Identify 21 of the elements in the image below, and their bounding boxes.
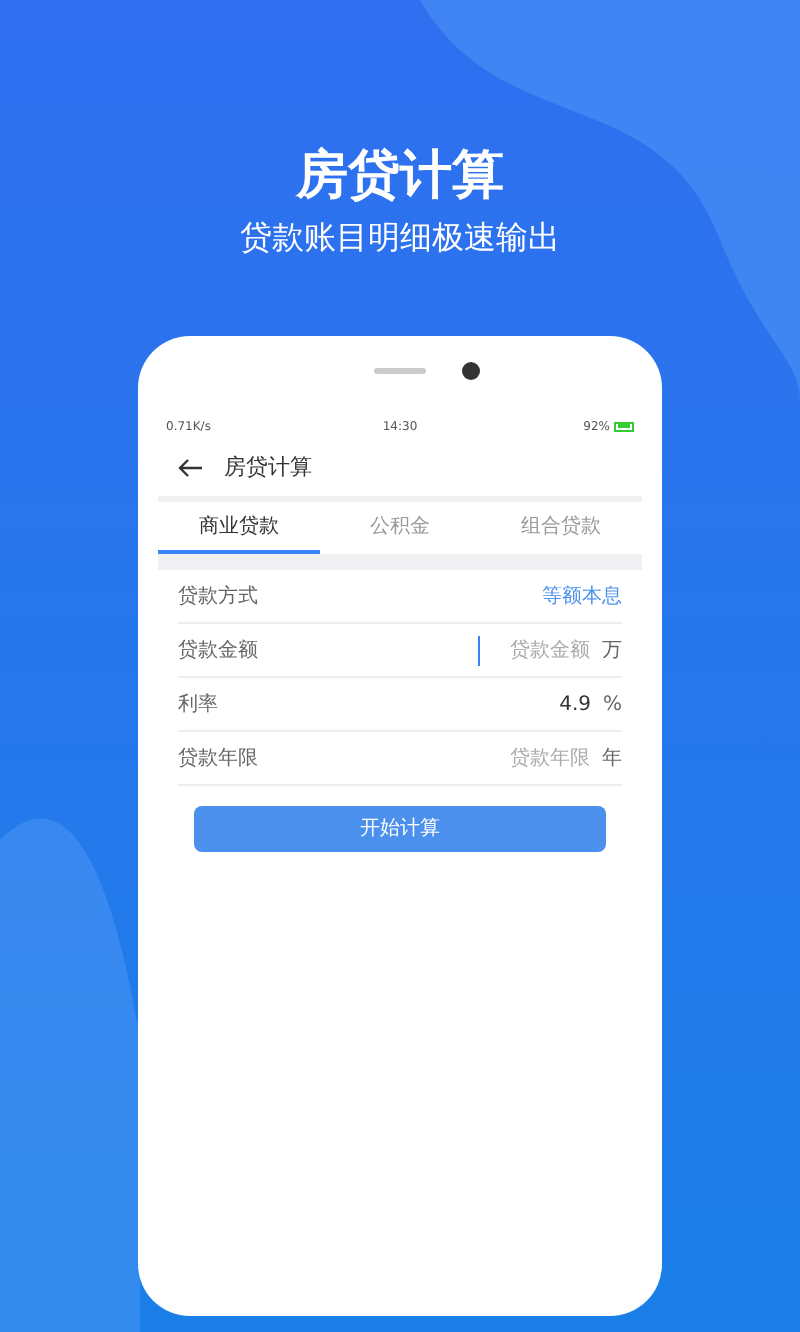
- calculate-button[interactable]: 开始计算: [194, 806, 606, 852]
- field-label: 贷款方式: [178, 583, 260, 611]
- unit-label: %: [602, 691, 622, 719]
- speaker-icon: [374, 368, 426, 374]
- loan-method-select[interactable]: 等额本息: [542, 581, 622, 611]
- back-arrow-icon[interactable]: [178, 458, 204, 478]
- headline: 房贷计算: [296, 144, 504, 208]
- subtitle: 贷款账目明细极速输出: [240, 216, 560, 260]
- tab[interactable]: 组合贷款: [480, 502, 643, 554]
- field-label: 利率: [178, 691, 220, 719]
- unit-label: 万: [602, 637, 622, 665]
- input-field[interactable]: 贷款年限: [478, 743, 590, 773]
- battery-icon: [614, 421, 634, 431]
- camera-icon: [462, 362, 480, 380]
- field-label: 贷款年限: [178, 745, 260, 773]
- page-title: 房贷计算: [224, 451, 312, 484]
- input-field[interactable]: 4.9: [478, 689, 591, 719]
- input-field[interactable]: 贷款金额: [478, 635, 590, 665]
- tab[interactable]: 公积金: [319, 502, 481, 554]
- field-label: 贷款金额: [178, 637, 260, 665]
- unit-label: 年: [602, 745, 622, 773]
